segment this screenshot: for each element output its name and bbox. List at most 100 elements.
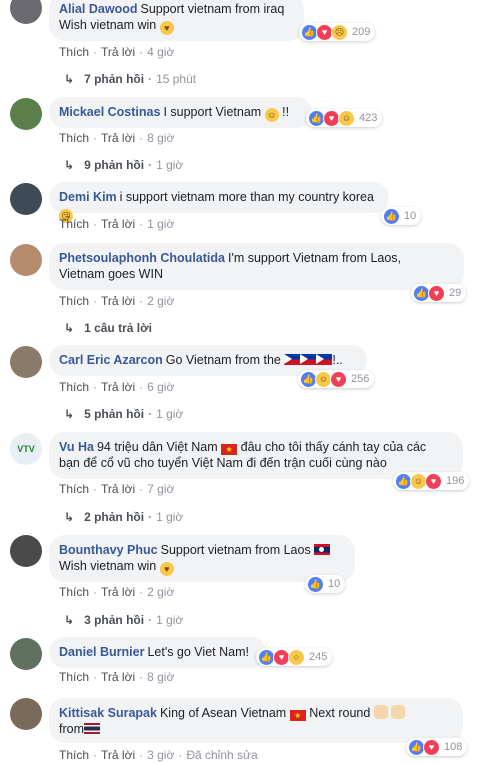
reply-link[interactable]: Trả lời xyxy=(101,45,135,59)
love-reaction-icon: ♥ xyxy=(428,284,445,302)
like-reaction-icon: 👍 xyxy=(383,207,400,225)
like-link[interactable]: Thích xyxy=(59,131,89,145)
reaction-count: 10 xyxy=(404,210,417,222)
reply-arrow-icon: ↳ xyxy=(64,321,75,335)
view-replies-link[interactable]: ↳ 5 phản hồi · 1 giờ xyxy=(64,407,183,421)
comment-text-line2: Wish vietnam win xyxy=(59,559,157,573)
reaction-count: 209 xyxy=(352,26,371,38)
view-replies-link[interactable]: ↳ 7 phản hồi · 15 phút xyxy=(64,72,196,86)
reply-link[interactable]: Trả lời xyxy=(101,748,135,762)
avatar[interactable] xyxy=(10,535,42,567)
wow-reaction-icon: ○ xyxy=(288,648,305,666)
vietnam-flag-icon: ★ xyxy=(221,444,238,455)
reactions-summary[interactable]: 👍 ♥ ○ 245 xyxy=(256,648,333,666)
edited-label[interactable]: Đã chỉnh sửa xyxy=(186,748,257,762)
timestamp[interactable]: 6 giờ xyxy=(147,380,174,394)
avatar[interactable] xyxy=(10,244,42,276)
avatar[interactable] xyxy=(10,0,42,24)
comment-actions: Thích · Trả lời · 7 giờ xyxy=(59,482,175,496)
like-link[interactable]: Thích xyxy=(59,217,89,231)
author-name[interactable]: Daniel Burnier xyxy=(59,645,144,659)
timestamp[interactable]: 2 giờ xyxy=(147,585,174,599)
timestamp[interactable]: 4 giờ xyxy=(147,45,174,59)
reactions-summary[interactable]: 👍 ♥ 108 xyxy=(406,738,468,756)
reactions-summary[interactable]: 👍 10 xyxy=(381,207,422,225)
like-link[interactable]: Thích xyxy=(59,380,89,394)
like-link[interactable]: Thích xyxy=(59,585,89,599)
timestamp[interactable]: 1 giờ xyxy=(147,217,174,231)
timestamp[interactable]: 7 giờ xyxy=(147,482,174,496)
comment-text: đâu cho tôi thấy cánh tay của các xyxy=(240,440,427,454)
comment-text: Support vietnam from iraq xyxy=(140,2,285,16)
comment-actions: Thích · Trả lời · 2 giờ xyxy=(59,294,175,308)
reply-link[interactable]: Trả lời xyxy=(101,482,135,496)
like-link[interactable]: Thích xyxy=(59,748,89,762)
timestamp[interactable]: 8 giờ xyxy=(147,670,174,684)
reply-link[interactable]: Trả lời xyxy=(101,380,135,394)
timestamp[interactable]: 2 giờ xyxy=(147,294,174,308)
comment-text: King of Asean Vietnam xyxy=(159,706,287,720)
comment-text: i support vietnam more than my country k… xyxy=(119,190,374,204)
author-name[interactable]: Demi Kim xyxy=(59,190,117,204)
philippines-flag-icon xyxy=(316,354,333,365)
comment-actions: Thích · Trả lời · 2 giờ xyxy=(59,585,175,599)
like-link[interactable]: Thích xyxy=(59,670,89,684)
heart-eyes-emoji: ♥ xyxy=(159,21,174,35)
like-link[interactable]: Thích xyxy=(59,294,89,308)
comment-actions: Thích · Trả lời · 3 giờ · Đã chỉnh sửa xyxy=(59,748,258,762)
comment-text: I support Vietnam xyxy=(163,105,262,119)
author-name[interactable]: Carl Eric Azarcon xyxy=(59,353,163,367)
reply-arrow-icon: ↳ xyxy=(64,407,75,421)
view-replies-link[interactable]: ↳ 1 câu trả lời xyxy=(64,321,152,335)
reactions-summary[interactable]: 👍 ♥ 29 xyxy=(411,284,467,302)
like-link[interactable]: Thích xyxy=(59,45,89,59)
avatar[interactable] xyxy=(10,346,42,378)
comment-text-line2: from xyxy=(59,722,84,736)
sad-reaction-icon: ☹ xyxy=(331,23,348,41)
reaction-count: 245 xyxy=(309,651,328,663)
author-name[interactable]: Phetsoulaphonh Choulatida xyxy=(59,251,225,265)
like-link[interactable]: Thích xyxy=(59,482,89,496)
haha-reaction-icon: ☺ xyxy=(338,109,355,127)
author-name[interactable]: Bounthavy Phuc xyxy=(59,543,158,557)
reactions-summary[interactable]: 👍 10 xyxy=(305,575,346,593)
view-replies-link[interactable]: ↳ 2 phản hồi · 1 giờ xyxy=(64,510,183,524)
reply-link[interactable]: Trả lời xyxy=(101,131,135,145)
reply-link[interactable]: Trả lời xyxy=(101,670,135,684)
thailand-flag-icon xyxy=(84,723,100,734)
reaction-count: 196 xyxy=(446,475,465,487)
author-name[interactable]: Alial Dawood xyxy=(59,2,137,16)
philippines-flag-icon xyxy=(300,354,317,365)
reply-arrow-icon: ↳ xyxy=(64,158,75,172)
vietnam-flag-icon: ★ xyxy=(289,710,306,721)
reply-link[interactable]: Trả lời xyxy=(101,217,135,231)
reactions-summary[interactable]: 👍 ♥ ☹ 209 xyxy=(299,23,376,41)
reply-link[interactable]: Trả lời xyxy=(101,294,135,308)
reactions-summary[interactable]: 👍 ☺ ♥ 196 xyxy=(393,472,470,490)
avatar[interactable] xyxy=(10,183,42,215)
avatar[interactable]: VTV xyxy=(10,433,42,465)
avatar[interactable] xyxy=(10,698,42,730)
author-name[interactable]: Kittisak Surapak xyxy=(59,706,157,720)
author-name[interactable]: Vu Ha xyxy=(59,440,94,454)
author-name[interactable]: Mickael Costinas xyxy=(59,105,160,119)
reactions-summary[interactable]: 👍 ☺ ♥ 256 xyxy=(298,370,375,388)
comment-bubble: Alial Dawood Support vietnam from iraq Wi… xyxy=(49,0,304,41)
avatar[interactable] xyxy=(10,98,42,130)
reaction-count: 29 xyxy=(449,287,462,299)
reaction-count: 423 xyxy=(359,112,378,124)
avatar[interactable] xyxy=(10,638,42,670)
view-replies-link[interactable]: ↳ 3 phản hồi · 1 giờ xyxy=(64,613,183,627)
view-replies-link[interactable]: ↳ 9 phản hồi · 1 giờ xyxy=(64,158,183,172)
reply-link[interactable]: Trả lời xyxy=(101,585,135,599)
comment-text: Let's go Viet Nam! xyxy=(147,645,249,659)
reaction-count: 108 xyxy=(444,741,463,753)
comment-text-line2: Wish vietnam win xyxy=(59,18,157,32)
smile-emoji: ☺ xyxy=(264,108,279,122)
reactions-summary[interactable]: 👍 ♥ ☺ 423 xyxy=(306,109,383,127)
comment-bubble: Demi Kim i support vietnam more than my c… xyxy=(49,182,389,223)
philippines-flag-icon xyxy=(284,354,301,365)
timestamp[interactable]: 3 giờ xyxy=(147,748,174,762)
timestamp[interactable]: 8 giờ xyxy=(147,131,174,145)
comment-text-line2: Vietnam goes WIN xyxy=(59,267,163,281)
